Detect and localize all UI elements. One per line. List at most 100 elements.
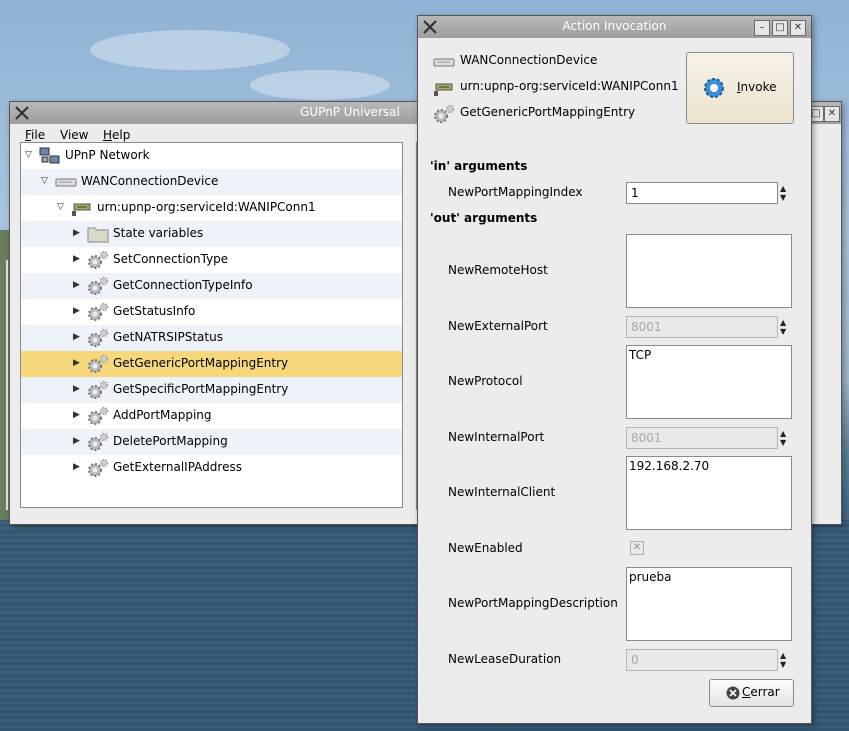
tree-row-state-variables[interactable]: ▶ State variables: [21, 221, 402, 247]
expander-expanded-icon[interactable]: ▽: [25, 150, 35, 162]
expander-collapsed-icon[interactable]: ▶: [73, 410, 83, 422]
tree-label: GetExternalIPAddress: [113, 460, 242, 474]
dialog-action-name: GetGenericPortMappingEntry: [460, 105, 636, 119]
device-icon: [433, 58, 455, 67]
spinner-value: 1: [631, 186, 639, 200]
device-tree[interactable]: ▽ UPnP Network ▽ WANConnectionDevice ▽ u…: [20, 142, 403, 508]
tree-label: UPnP Network: [65, 148, 150, 162]
tree-row-action[interactable]: ▶ GetExternalIPAddress: [21, 455, 402, 481]
gear-icon: [88, 407, 108, 425]
device-icon: [55, 178, 77, 187]
tree-row-action-selected[interactable]: ▶ GetGenericPortMappingEntry: [21, 351, 402, 377]
tree-row-action[interactable]: ▶ GetStatusInfo: [21, 299, 402, 325]
expander-expanded-icon[interactable]: ▽: [41, 176, 51, 188]
tree-label: DeletePortMapping: [113, 434, 228, 448]
expander-collapsed-icon[interactable]: ▶: [73, 254, 83, 266]
arg-label-new-port-mapping-index: NewPortMappingIndex: [448, 185, 583, 199]
new-internal-port-spinner: 8001: [626, 427, 778, 449]
tree-label: GetStatusInfo: [113, 304, 196, 318]
field-value: TCP: [629, 348, 652, 362]
menu-help-label: elp: [112, 128, 131, 142]
arg-label-new-enabled: NewEnabled: [448, 541, 523, 555]
expander-collapsed-icon[interactable]: ▶: [73, 332, 83, 344]
expander-collapsed-icon[interactable]: ▶: [73, 436, 83, 448]
new-external-port-spinner: 8001: [626, 316, 778, 338]
action-invocation-dialog: Action Invocation – □ ✕ WANConnectionDev…: [417, 15, 812, 724]
close-button-label: Cerrar: [742, 685, 780, 699]
arg-label-new-remote-host: NewRemoteHost: [448, 263, 548, 277]
close-button[interactable]: Cerrar: [709, 679, 794, 707]
close-icon: [726, 686, 740, 700]
tree-label: State variables: [113, 226, 204, 240]
new-port-mapping-description-field[interactable]: prueba: [626, 567, 792, 641]
gear-icon: [88, 355, 108, 373]
menu-view[interactable]: View: [60, 128, 88, 142]
menu-file[interactable]: File: [25, 128, 45, 142]
gear-icon: [88, 459, 108, 477]
dialog-service-name: urn:upnp-org:serviceId:WANIPConn1: [460, 79, 679, 93]
tree-row-action[interactable]: ▶ GetNATRSIPStatus: [21, 325, 402, 351]
tree-label: SetConnectionType: [113, 252, 229, 266]
main-window-title: GUPnP Universal: [300, 105, 400, 119]
dialog-minimize-button[interactable]: –: [754, 20, 770, 36]
spin-arrows-icon[interactable]: ▲ ▼: [780, 184, 790, 202]
dialog-titlebar[interactable]: Action Invocation – □ ✕: [418, 16, 811, 39]
spinner-value: 8001: [631, 431, 662, 445]
new-enabled-checkbox: ✕: [630, 541, 644, 555]
out-arguments-heading: 'out' arguments: [430, 211, 538, 225]
tree-row-action[interactable]: ▶ GetSpecificPortMappingEntry: [21, 377, 402, 403]
tree-label: GetGenericPortMappingEntry: [113, 356, 289, 370]
menu-help[interactable]: Help: [103, 128, 130, 142]
tree-row-action[interactable]: ▶ AddPortMapping: [21, 403, 402, 429]
expander-collapsed-icon[interactable]: ▶: [73, 358, 83, 370]
tree-row-action[interactable]: ▶ DeletePortMapping: [21, 429, 402, 455]
gear-icon: [88, 433, 108, 451]
tree-row-action[interactable]: ▶ GetConnectionTypeInfo: [21, 273, 402, 299]
tree-label: GetConnectionTypeInfo: [113, 278, 253, 292]
gear-icon: [88, 329, 108, 347]
menu-view-label: View: [60, 128, 89, 142]
expander-collapsed-icon[interactable]: ▶: [73, 280, 83, 292]
gear-icon: [434, 105, 454, 123]
gear-icon: [88, 277, 108, 295]
arg-label-new-external-port: NewExternalPort: [448, 319, 548, 333]
field-value: prueba: [629, 570, 672, 584]
new-protocol-field[interactable]: TCP: [626, 345, 792, 419]
tree-row-action[interactable]: ▶ SetConnectionType: [21, 247, 402, 273]
main-close-button[interactable]: ✕: [824, 106, 840, 122]
new-remote-host-field[interactable]: [626, 234, 792, 308]
expander-collapsed-icon[interactable]: ▶: [73, 228, 83, 240]
arg-label-new-internal-client: NewInternalClient: [448, 485, 556, 499]
spinner-value: 8001: [631, 320, 662, 334]
expander-expanded-icon[interactable]: ▽: [57, 202, 67, 214]
tree-label: GetSpecificPortMappingEntry: [113, 382, 289, 396]
dialog-close-button[interactable]: ✕: [790, 20, 806, 36]
tree-row-service[interactable]: ▽ urn:upnp-org:serviceId:WANIPConn1: [21, 195, 402, 221]
spin-arrows-icon: ▲ ▼: [780, 318, 787, 336]
expander-collapsed-icon[interactable]: ▶: [73, 462, 83, 474]
gear-icon: [88, 381, 108, 399]
expander-collapsed-icon[interactable]: ▶: [73, 306, 83, 318]
tree-row-upnp-network[interactable]: ▽ UPnP Network: [21, 143, 402, 169]
expander-collapsed-icon[interactable]: ▶: [73, 384, 83, 396]
x-logo-icon: [15, 106, 29, 120]
in-arguments-heading: 'in' arguments: [430, 159, 528, 173]
arg-label-new-internal-port: NewInternalPort: [448, 430, 545, 444]
service-icon: [434, 83, 453, 96]
invoke-button-label: Invoke: [737, 80, 777, 94]
tree-row-wan-connection-device[interactable]: ▽ WANConnectionDevice: [21, 169, 402, 195]
gear-icon: [88, 251, 108, 269]
dialog-device-name: WANConnectionDevice: [460, 53, 598, 67]
invoke-button[interactable]: Invoke: [686, 52, 794, 124]
dialog-maximize-button[interactable]: □: [772, 20, 788, 36]
execute-icon: [704, 78, 724, 98]
spin-arrows-icon: ▲ ▼: [780, 651, 787, 669]
spinner-value: 0: [631, 653, 639, 667]
arg-label-new-lease-duration: NewLeaseDuration: [448, 652, 562, 666]
tree-label: GetNATRSIPStatus: [113, 330, 223, 344]
new-internal-client-field[interactable]: 192.168.2.70: [626, 456, 792, 530]
gear-icon: [88, 303, 108, 321]
arg-label-new-protocol: NewProtocol: [448, 374, 523, 388]
new-port-mapping-index-spinner[interactable]: 1: [626, 182, 778, 204]
dialog-title: Action Invocation: [562, 19, 667, 33]
